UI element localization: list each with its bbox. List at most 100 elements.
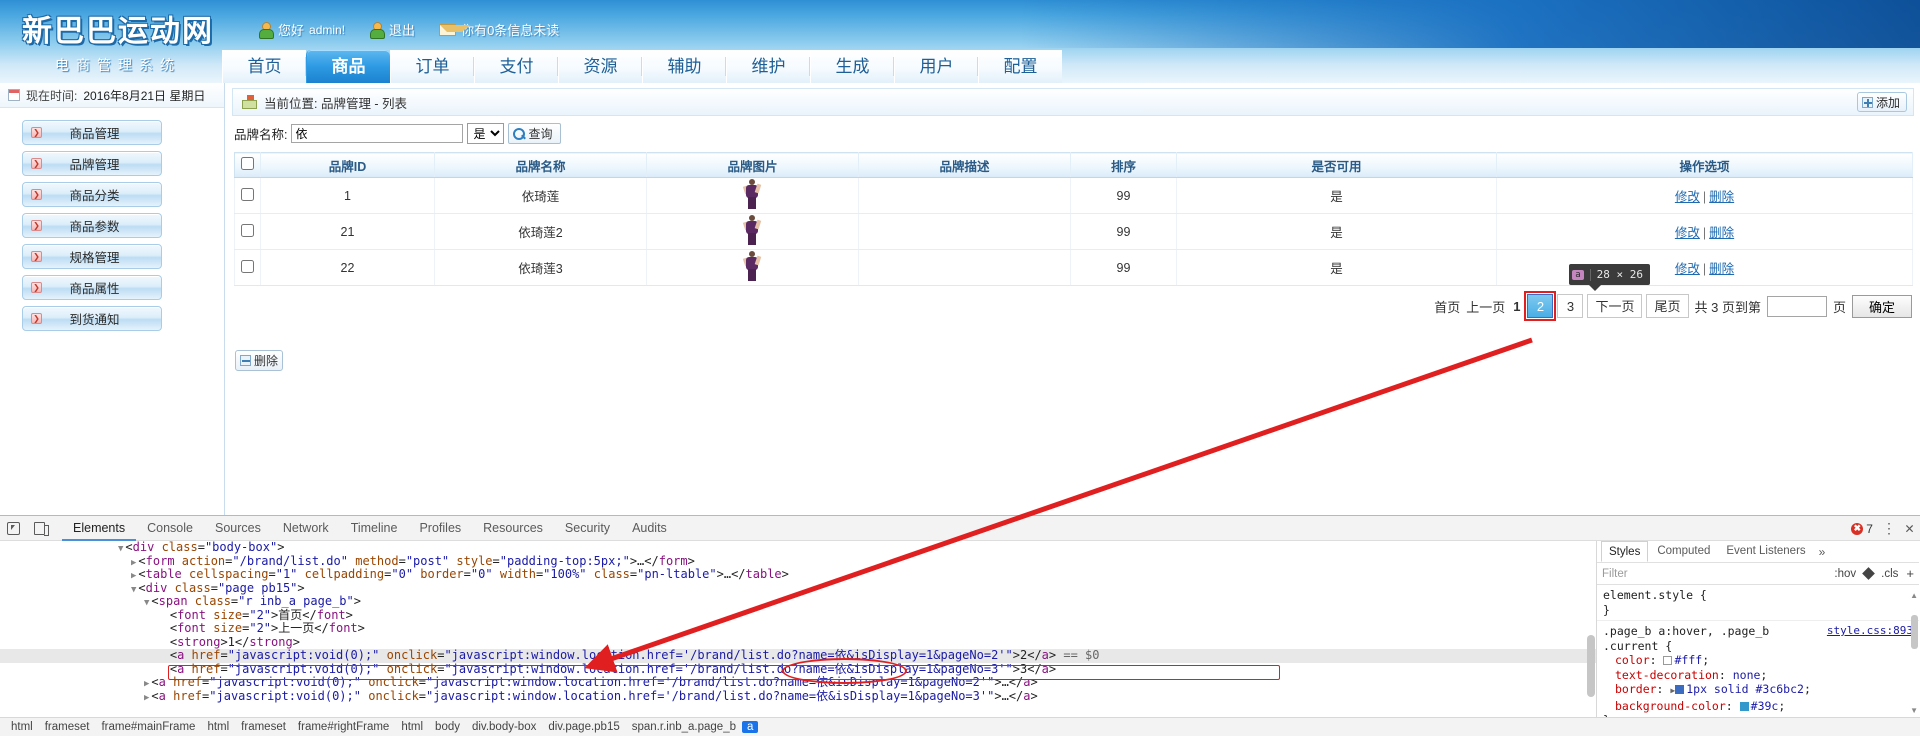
- dom-tree-line[interactable]: ▶ <table cellspacing="1" cellpadding="0" …: [0, 567, 1596, 582]
- devtools-tab-profiles[interactable]: Profiles: [408, 516, 472, 541]
- dom-tree-line[interactable]: ▶ <a href="javascript:void(0);" onclick="…: [0, 689, 1596, 704]
- disclosure-triangle-icon[interactable]: ▶: [131, 558, 136, 568]
- select-all-checkbox[interactable]: [241, 157, 254, 170]
- sidebar-item-product-category[interactable]: ❯ 商品分类: [22, 182, 162, 207]
- disclosure-triangle-icon[interactable]: ▼: [144, 598, 149, 608]
- delete-link[interactable]: 删除: [1709, 226, 1734, 240]
- css-source-link[interactable]: style.css:893: [1827, 624, 1913, 639]
- devtools-tabs[interactable]: Elements Console Sources Network Timelin…: [62, 516, 678, 541]
- nav-tab-config[interactable]: 配置: [978, 50, 1062, 83]
- breadcrumb-node[interactable]: frameset: [39, 721, 96, 733]
- sidebar-item-product-management[interactable]: ❯ 商品管理: [22, 120, 162, 145]
- disclosure-triangle-icon[interactable]: [157, 639, 168, 649]
- bulk-delete-button[interactable]: 删除: [235, 350, 283, 371]
- pager-confirm-button[interactable]: 确定: [1851, 294, 1912, 318]
- breadcrumb-node[interactable]: span.r.inb_a.page_b: [626, 721, 742, 733]
- dom-tree-pane[interactable]: ▼ <div class="body-box"> ▶ <form action="/b…: [0, 541, 1597, 717]
- disclosure-triangle-icon[interactable]: ▼: [118, 544, 123, 554]
- color-picker-icon[interactable]: [1862, 567, 1876, 580]
- edit-link[interactable]: 修改: [1675, 262, 1700, 276]
- nav-tab-home[interactable]: 首页: [222, 50, 306, 83]
- breadcrumb-node-selected[interactable]: a: [741, 721, 759, 733]
- devtools-tab-security[interactable]: Security: [554, 516, 621, 541]
- add-button[interactable]: 添加: [1856, 92, 1907, 112]
- sidebar-item-arrival-notice[interactable]: ❯ 到货通知: [22, 306, 162, 331]
- nav-tab-order[interactable]: 订单: [390, 50, 474, 83]
- styles-scrollbar[interactable]: [1911, 589, 1918, 717]
- devtools-tab-network[interactable]: Network: [272, 516, 340, 541]
- pager-page-2[interactable]: 2: [1524, 291, 1557, 321]
- sidebar-item-brand-management[interactable]: ❯ 品牌管理: [22, 151, 162, 176]
- scrollbar-thumb[interactable]: [1587, 635, 1595, 697]
- breadcrumb-node[interactable]: frameset: [235, 721, 292, 733]
- disclosure-triangle-icon[interactable]: ▶: [144, 693, 149, 703]
- styles-pane-tabs[interactable]: Styles Computed Event Listeners »: [1597, 541, 1919, 563]
- nav-tab-resource[interactable]: 资源: [558, 50, 642, 83]
- main-navigation[interactable]: 首页 商品 订单 支付 资源 辅助 维护 生成 用户 配置: [222, 46, 1062, 83]
- nav-tab-assist[interactable]: 辅助: [642, 50, 726, 83]
- disclosure-triangle-icon[interactable]: [157, 666, 168, 676]
- scroll-down-icon[interactable]: ▼: [1910, 706, 1918, 715]
- logout-link[interactable]: 退出: [389, 20, 415, 39]
- breadcrumb-node[interactable]: frame#rightFrame: [292, 721, 395, 733]
- breadcrumb-node[interactable]: html: [5, 721, 39, 733]
- dom-tree-line[interactable]: ▼ <div class="page pb15">: [0, 581, 1596, 596]
- row-checkbox[interactable]: [241, 223, 254, 237]
- css-declaration[interactable]: color: #fff;: [1603, 653, 1913, 668]
- row-checkbox[interactable]: [241, 259, 254, 273]
- row-select-cell[interactable]: [234, 213, 261, 250]
- dom-tree-line[interactable]: ▶ <a href="javascript:void(0);" onclick="…: [0, 675, 1596, 690]
- pager-next[interactable]: 下一页: [1587, 294, 1643, 318]
- brand-name-input[interactable]: [291, 124, 464, 143]
- breadcrumb-node[interactable]: div.page.pb15: [542, 721, 625, 733]
- breadcrumb-node[interactable]: div.body-box: [466, 721, 542, 733]
- sidebar-item-product-params[interactable]: ❯ 商品参数: [22, 213, 162, 238]
- styles-filter-input[interactable]: Filter: [1602, 568, 1826, 580]
- disclosure-triangle-icon[interactable]: ▶: [144, 679, 149, 689]
- edit-link[interactable]: 修改: [1675, 226, 1700, 240]
- disclosure-triangle-icon[interactable]: ▼: [131, 585, 136, 595]
- devtools-close-icon[interactable]: ✕: [1905, 521, 1914, 536]
- styles-cls-toggle[interactable]: .cls: [1881, 568, 1898, 580]
- error-count-badge[interactable]: ✖ 7: [1851, 522, 1873, 536]
- disclosure-triangle-icon[interactable]: ▶: [131, 571, 136, 581]
- devtools-tab-console[interactable]: Console: [136, 516, 204, 541]
- disclosure-triangle-icon[interactable]: [157, 625, 168, 635]
- logout-group[interactable]: 退出: [369, 20, 415, 39]
- styles-tabs-overflow-icon[interactable]: »: [1815, 545, 1830, 559]
- device-toolbar-button[interactable]: [26, 516, 52, 540]
- pager-page-3[interactable]: 3: [1557, 294, 1584, 318]
- scroll-up-icon[interactable]: ▲: [1910, 591, 1918, 600]
- messages-group[interactable]: 你有0条信息未读: [439, 20, 559, 39]
- nav-tab-generate[interactable]: 生成: [810, 50, 894, 83]
- breadcrumb-node[interactable]: html: [395, 721, 429, 733]
- delete-link[interactable]: 删除: [1709, 190, 1734, 204]
- pager-jump-input[interactable]: [1766, 295, 1827, 317]
- devtools-tab-sources[interactable]: Sources: [204, 516, 272, 541]
- pager-last[interactable]: 尾页: [1646, 294, 1689, 318]
- add-style-rule-icon[interactable]: +: [1906, 566, 1914, 581]
- sidebar-item-product-attributes[interactable]: ❯ 商品属性: [22, 275, 162, 300]
- nav-tab-payment[interactable]: 支付: [474, 50, 558, 83]
- dom-tree-line[interactable]: <a href="javascript:void(0);" onclick="j…: [0, 662, 1596, 677]
- pager-prev[interactable]: 上一页: [1465, 297, 1506, 316]
- css-declaration[interactable]: text-decoration: none;: [1603, 668, 1913, 683]
- disclosure-triangle-icon[interactable]: [157, 652, 168, 662]
- disclosure-triangle-icon[interactable]: [157, 612, 168, 622]
- dom-tree-line[interactable]: <font size="2">上一页</font>: [0, 621, 1596, 636]
- breadcrumb-node[interactable]: html: [201, 721, 235, 733]
- select-all-header[interactable]: [234, 152, 261, 178]
- sidebar-item-spec-management[interactable]: ❯ 规格管理: [22, 244, 162, 269]
- breadcrumb-node[interactable]: frame#mainFrame: [95, 721, 201, 733]
- styles-tab-computed[interactable]: Computed: [1650, 541, 1717, 562]
- devtools-tab-timeline[interactable]: Timeline: [340, 516, 409, 541]
- dom-tree-line[interactable]: <strong>1</strong>: [0, 635, 1596, 650]
- devtools-tab-resources[interactable]: Resources: [472, 516, 554, 541]
- devtools-more-menu-icon[interactable]: ⋮: [1882, 522, 1896, 536]
- dom-tree-scrollbar[interactable]: [1587, 543, 1595, 715]
- styles-tab-styles[interactable]: Styles: [1601, 541, 1649, 562]
- devtools-tab-audits[interactable]: Audits: [621, 516, 678, 541]
- nav-tab-product[interactable]: 商品: [306, 50, 390, 83]
- inspect-element-button[interactable]: [0, 516, 26, 540]
- delete-link[interactable]: 删除: [1709, 262, 1734, 276]
